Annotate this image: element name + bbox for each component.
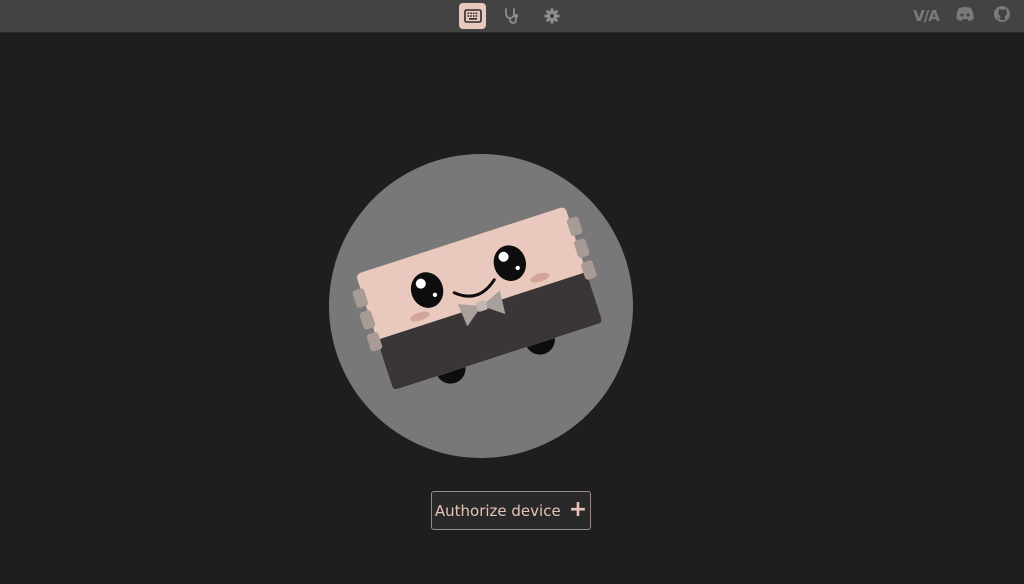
plus-icon: +: [568, 496, 588, 522]
discord-icon: [955, 6, 975, 26]
tab-debug[interactable]: [498, 3, 525, 29]
keyboard-icon: [463, 9, 482, 23]
discord-link[interactable]: [954, 6, 976, 26]
authorize-label: Authorize device: [434, 501, 561, 520]
stethoscope-icon: [503, 7, 521, 25]
tab-settings[interactable]: [538, 3, 565, 29]
top-nav-bar: V/A: [0, 0, 1024, 33]
authorize-device-button[interactable]: Authorize device +: [431, 491, 591, 530]
github-icon: [993, 5, 1011, 27]
via-logo[interactable]: V/A: [911, 6, 941, 26]
gear-icon: [543, 7, 561, 25]
keyboard-mascot: [329, 154, 633, 458]
tab-keyboard[interactable]: [459, 3, 486, 29]
github-link[interactable]: [991, 6, 1013, 26]
